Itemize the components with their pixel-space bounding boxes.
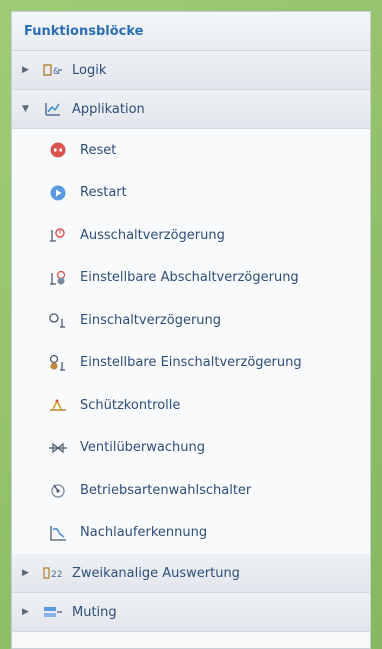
group-logik-label: Logik: [72, 62, 107, 78]
group-zweikanalige-auswertung[interactable]: ▶ 22 Zweikanalige Auswertung: [12, 554, 370, 593]
overrun-detection-icon: [48, 524, 68, 542]
list-item-nachlauferkennung[interactable]: Nachlauferkennung: [12, 511, 370, 554]
mode-selector-icon: [48, 481, 68, 499]
adjustable-on-delay-icon: [48, 354, 68, 372]
dual-channel-icon: 22: [42, 565, 64, 581]
list-item-ausschaltverzoegerung[interactable]: Ausschaltverzögerung: [12, 214, 370, 257]
group-logik[interactable]: ▶ & Logik: [12, 51, 370, 90]
list-item-label: Nachlauferkennung: [80, 525, 208, 541]
list-item-ventilueberwachung[interactable]: Ventilüberwachung: [12, 426, 370, 469]
expand-arrow-icon[interactable]: ▶: [22, 65, 36, 75]
expand-arrow-icon[interactable]: ▶: [22, 607, 36, 617]
group-zweikanalige-label: Zweikanalige Auswertung: [72, 565, 240, 581]
reset-icon: [48, 141, 68, 159]
restart-icon: [48, 184, 68, 202]
list-item-einstellbare-abschaltverzoegerung[interactable]: Einstellbare Abschaltverzögerung: [12, 256, 370, 299]
collapse-arrow-icon[interactable]: ▼: [22, 104, 36, 114]
application-block-icon: [42, 101, 64, 117]
panel-title: Funktionsblöcke: [12, 12, 370, 51]
list-item-label: Betriebsartenwahlschalter: [80, 482, 252, 498]
muting-icon: [42, 604, 64, 620]
expand-arrow-icon[interactable]: ▶: [22, 568, 36, 578]
svg-text:22: 22: [51, 570, 62, 580]
group-muting[interactable]: ▶ Muting: [12, 593, 370, 632]
list-item-label: Einstellbare Einschaltverzögerung: [80, 355, 302, 371]
contactor-control-icon: [48, 396, 68, 414]
list-item-einschaltverzoegerung[interactable]: Einschaltverzögerung: [12, 299, 370, 342]
logic-block-icon: &: [42, 62, 64, 78]
group-muting-label: Muting: [72, 604, 117, 620]
list-item-label: Einschaltverzögerung: [80, 312, 222, 328]
list-item-label: Ausschaltverzögerung: [80, 227, 225, 243]
on-delay-icon: [48, 311, 68, 329]
list-item-restart[interactable]: Restart: [12, 171, 370, 214]
list-item-label: Schützkontrolle: [80, 397, 181, 413]
list-item-label: Reset: [80, 142, 117, 158]
list-item-betriebsartenwahlschalter[interactable]: Betriebsartenwahlschalter: [12, 469, 370, 512]
list-item-schuetzkontrolle[interactable]: Schützkontrolle: [12, 384, 370, 427]
list-item-label: Einstellbare Abschaltverzögerung: [80, 270, 299, 286]
function-blocks-panel: Funktionsblöcke ▶ & Logik ▼ Applikation: [11, 11, 371, 649]
list-item-einstellbare-einschaltverzoegerung[interactable]: Einstellbare Einschaltverzögerung: [12, 341, 370, 384]
group-applikation[interactable]: ▼ Applikation: [12, 90, 370, 129]
list-item-label: Ventilüberwachung: [80, 440, 205, 456]
list-item-reset[interactable]: Reset: [12, 129, 370, 172]
adjustable-off-delay-icon: [48, 269, 68, 287]
group-applikation-label: Applikation: [72, 101, 145, 117]
off-delay-icon: [48, 226, 68, 244]
panel-title-label: Funktionsblöcke: [24, 23, 144, 39]
list-item-label: Restart: [80, 185, 127, 201]
svg-text:&: &: [53, 67, 60, 77]
valve-monitoring-icon: [48, 439, 68, 457]
